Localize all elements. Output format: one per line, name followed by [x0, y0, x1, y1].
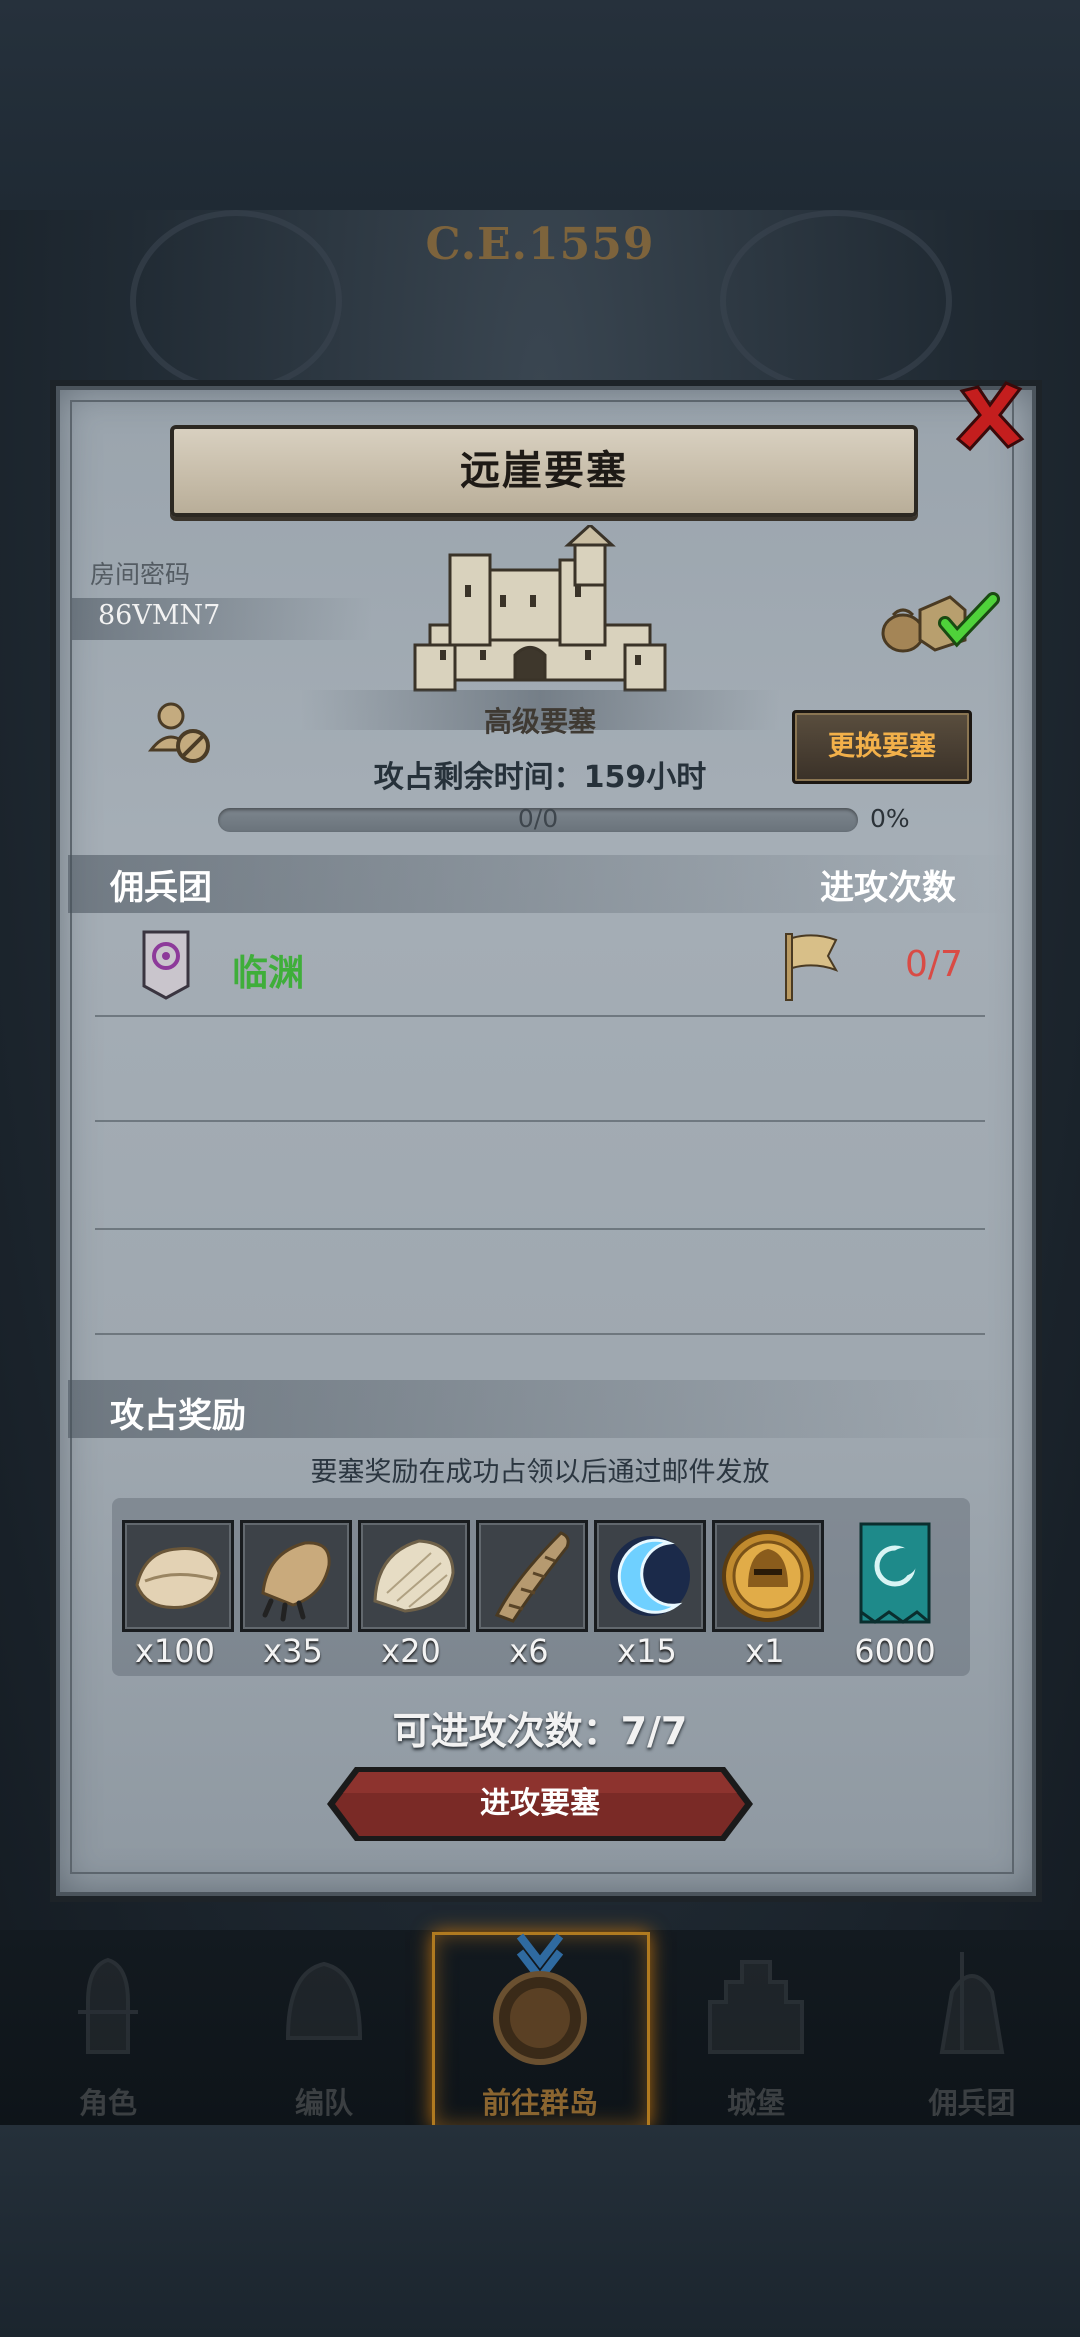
- guild-name[interactable]: 临渊: [232, 944, 304, 996]
- row-divider: [95, 1228, 985, 1230]
- gold-helmet-coin-icon: [722, 1530, 814, 1622]
- reward-note: 要塞奖励在成功占领以后通过邮件发放: [310, 1457, 770, 1488]
- attempts-remaining: 可进攻次数：7/7: [392, 1709, 688, 1753]
- compass-icon: [480, 1932, 600, 2067]
- crescent-moon-icon: [610, 1536, 690, 1616]
- row-divider: [95, 1333, 985, 1335]
- guild-banner-icon: [859, 1522, 931, 1624]
- reward-qty: 6000: [854, 1632, 936, 1670]
- row-divider: [95, 1120, 985, 1122]
- reward-slot-claw[interactable]: [240, 1520, 352, 1632]
- reward-header: 攻占奖励: [110, 1396, 246, 1436]
- reward-qty: x20: [381, 1632, 441, 1670]
- reward-slot-fur[interactable]: [358, 1520, 470, 1632]
- helmet-icon: [264, 1942, 384, 2062]
- dialog-title: 远崖要塞: [460, 448, 628, 494]
- background-clock-right: [720, 210, 952, 392]
- nav-item-formation[interactable]: 编队: [216, 1930, 432, 2125]
- room-code-label: 房间密码: [90, 560, 191, 589]
- nav-label: 前往群岛: [481, 2086, 598, 2120]
- attack-fortress-label[interactable]: 进攻要塞: [325, 1765, 755, 1843]
- mercenary-header: 佣兵团: [110, 868, 212, 908]
- nav-label: 编队: [294, 2086, 353, 2120]
- reward-slot-helmet-coin[interactable]: [712, 1520, 824, 1632]
- room-code-value[interactable]: 86VMN7: [98, 600, 220, 631]
- fortress-castle-icon: [410, 522, 670, 700]
- claw-icon: [261, 1541, 331, 1622]
- nav-label: 城堡: [726, 2086, 785, 2120]
- reward-qty: x1: [745, 1632, 785, 1670]
- reward-slot-horn[interactable]: [476, 1520, 588, 1632]
- reward-qty: x6: [509, 1632, 549, 1670]
- guild-attack-count: 0/7: [905, 944, 963, 985]
- nav-item-islands[interactable]: 前往群岛: [432, 1930, 648, 2125]
- reward-qty: x100: [134, 1632, 215, 1670]
- nav-item-character[interactable]: 角色: [0, 1930, 216, 2125]
- knight-icon: [48, 1942, 168, 2062]
- mercenary-icon: [912, 1942, 1032, 2062]
- attack-count-header: 进攻次数: [820, 868, 956, 908]
- flag-icon: [780, 930, 840, 1002]
- horn-icon: [494, 1531, 570, 1623]
- reward-bag-check-icon[interactable]: [875, 585, 1000, 655]
- pelt-icon: [135, 1547, 221, 1610]
- reward-qty: x35: [263, 1632, 323, 1670]
- nav-label: 角色: [78, 2086, 137, 2120]
- occupation-progress-percent: 0%: [870, 804, 910, 833]
- reward-slot-guild-banner[interactable]: [855, 1520, 935, 1626]
- year-banner: C.E.1559: [425, 219, 655, 270]
- fur-scrap-icon: [373, 1539, 455, 1613]
- row-divider: [95, 1015, 985, 1017]
- close-icon: [955, 381, 1025, 452]
- change-fortress-label[interactable]: 更换要塞: [792, 710, 972, 784]
- guild-emblem-icon: [142, 930, 190, 1000]
- castle-icon: [696, 1942, 816, 2062]
- nav-label: 佣兵团: [928, 2086, 1016, 2120]
- nav-item-mercenary[interactable]: 佣兵团: [864, 1930, 1080, 2125]
- background-clock-left: [130, 210, 342, 392]
- close-button[interactable]: [950, 375, 1030, 455]
- top-background: [0, 0, 1080, 210]
- reward-qty: x15: [617, 1632, 677, 1670]
- user-blocked-icon[interactable]: [145, 698, 215, 768]
- reward-slot-moon[interactable]: [594, 1520, 706, 1632]
- nav-item-castle[interactable]: 城堡: [648, 1930, 864, 2125]
- bottom-background: [0, 2125, 1080, 2337]
- occupation-progress-text: 0/0: [517, 804, 559, 833]
- fortress-grade: 高级要塞: [483, 705, 596, 738]
- reward-slot-pelt[interactable]: [122, 1520, 234, 1632]
- time-remaining: 攻占剩余时间：159小时: [373, 760, 707, 795]
